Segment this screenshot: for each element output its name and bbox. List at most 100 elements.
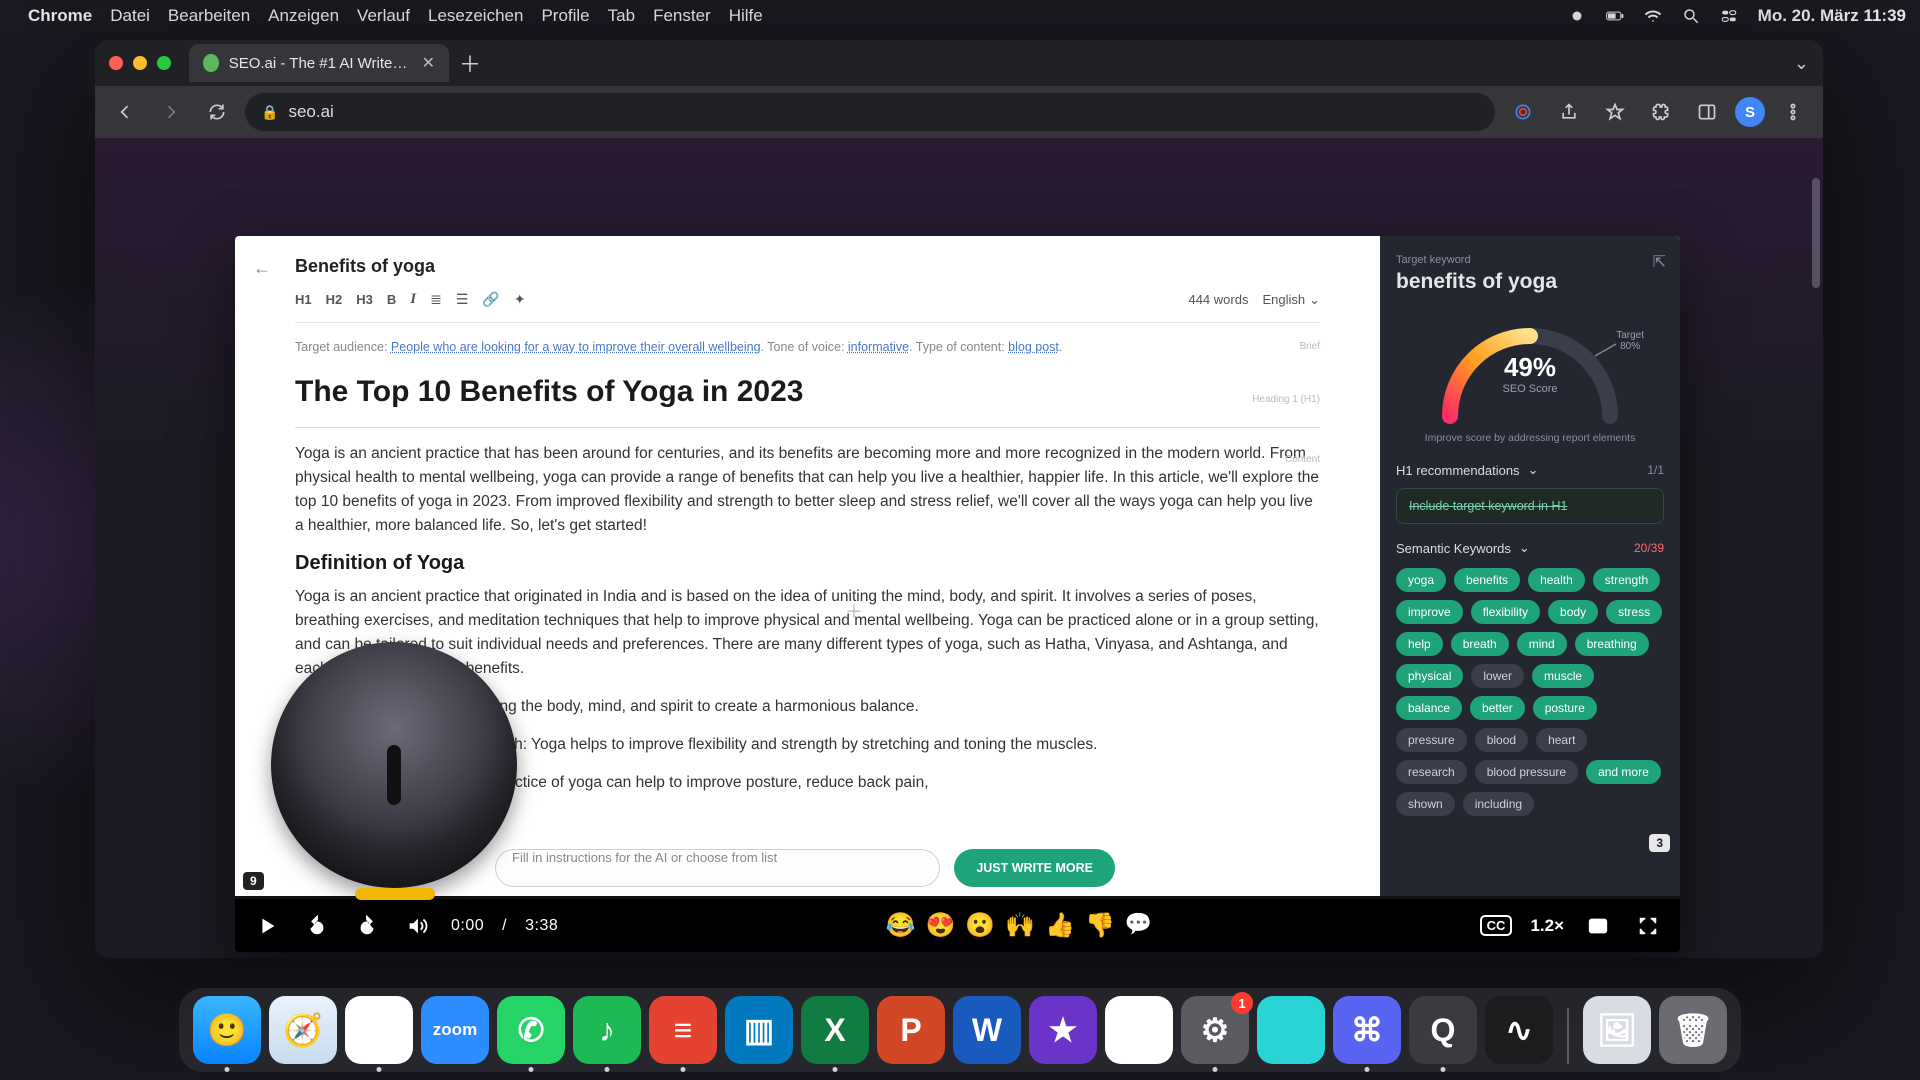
playback-speed[interactable]: 1.2×	[1530, 916, 1564, 936]
article-h2[interactable]: Definition of Yoga	[295, 552, 1320, 575]
keyword-chip[interactable]: posture	[1533, 696, 1597, 720]
fullscreen-button[interactable]	[1632, 910, 1664, 942]
dock-app-imovie[interactable]: ★	[1029, 996, 1097, 1064]
brief-type-link[interactable]: blog post	[1008, 340, 1059, 354]
keyword-chip[interactable]: breathing	[1575, 632, 1649, 656]
reaction-raised-hands[interactable]: 🙌	[1005, 911, 1035, 940]
keyword-chip[interactable]: blood pressure	[1475, 760, 1578, 784]
keyword-chip[interactable]: research	[1396, 760, 1467, 784]
ai-suggest-icon[interactable]: ✦	[514, 291, 526, 308]
dock-app-whatsapp[interactable]: ✆	[497, 996, 565, 1064]
menu-window[interactable]: Fenster	[653, 6, 711, 26]
h3-button[interactable]: H3	[356, 292, 373, 307]
chapter-badge[interactable]: 9	[243, 872, 264, 890]
ai-write-more-button[interactable]: JUST WRITE MORE	[954, 849, 1115, 887]
minimize-window-icon[interactable]	[133, 56, 147, 70]
open-external-icon[interactable]: ⇱	[1653, 252, 1666, 272]
address-bar[interactable]: 🔒 seo.ai	[245, 93, 1495, 131]
play-button[interactable]	[251, 910, 283, 942]
dock-app-finder[interactable]: 🙂	[193, 996, 261, 1064]
bold-button[interactable]: B	[387, 292, 396, 307]
control-center-icon[interactable]	[1720, 7, 1738, 25]
dock-app-discord[interactable]: ⌘	[1333, 996, 1401, 1064]
tabs-dropdown-icon[interactable]: ⌄	[1794, 53, 1809, 74]
dock-app-safari[interactable]: 🧭	[269, 996, 337, 1064]
keyword-chip[interactable]: health	[1528, 568, 1585, 592]
menu-profiles[interactable]: Profile	[541, 6, 589, 26]
keyword-chip[interactable]: flexibility	[1471, 600, 1540, 624]
keyword-chip[interactable]: heart	[1536, 728, 1587, 752]
link-icon[interactable]: 🔗	[482, 291, 499, 308]
back-button[interactable]	[107, 94, 143, 130]
italic-button[interactable]: I	[410, 291, 416, 308]
keyword-chip[interactable]: physical	[1396, 664, 1463, 688]
bookmark-button[interactable]	[1597, 94, 1633, 130]
side-counter-badge[interactable]: 3	[1649, 834, 1670, 852]
add-block-icon[interactable]: ＋	[845, 598, 863, 624]
h1-button[interactable]: H1	[295, 292, 312, 307]
spotlight-icon[interactable]	[1682, 7, 1700, 25]
dock-app-spotify[interactable]: ♪	[573, 996, 641, 1064]
reload-button[interactable]	[199, 94, 235, 130]
rewind-button[interactable]	[301, 910, 333, 942]
volume-button[interactable]	[401, 910, 433, 942]
wifi-icon[interactable]	[1644, 7, 1662, 25]
dock-app-word[interactable]: W	[953, 996, 1021, 1064]
h2-button[interactable]: H2	[326, 292, 343, 307]
sidepanel-button[interactable]	[1689, 94, 1725, 130]
keyword-chip[interactable]: stress	[1606, 600, 1662, 624]
article-h1[interactable]: The Top 10 Benefits of Yoga in 2023	[295, 375, 1320, 409]
keyword-chip[interactable]: including	[1463, 792, 1534, 816]
keyword-chip[interactable]: shown	[1396, 792, 1455, 816]
keyword-chip[interactable]: breath	[1451, 632, 1509, 656]
battery-icon[interactable]	[1606, 7, 1624, 25]
dock-app-powerpoint[interactable]: P	[877, 996, 945, 1064]
keyword-chip[interactable]: improve	[1396, 600, 1463, 624]
dock-app-excel[interactable]: X	[801, 996, 869, 1064]
editor-back-icon[interactable]: ←	[253, 258, 271, 279]
menubar-app-name[interactable]: Chrome	[28, 6, 92, 26]
menu-file[interactable]: Datei	[110, 6, 150, 26]
window-controls[interactable]	[109, 56, 171, 70]
dock-tray-preview-doc[interactable]: 🖼	[1583, 996, 1651, 1064]
record-icon[interactable]	[1568, 7, 1586, 25]
chrome-menu-button[interactable]	[1775, 94, 1811, 130]
share-button[interactable]	[1551, 94, 1587, 130]
keyword-chip[interactable]: muscle	[1532, 664, 1594, 688]
unordered-list-icon[interactable]: ☰	[456, 291, 469, 308]
keyword-chip[interactable]: blood	[1475, 728, 1528, 752]
tab-close-icon[interactable]: ✕	[422, 53, 435, 73]
keyword-chip[interactable]: lower	[1471, 664, 1524, 688]
keyword-chip[interactable]: body	[1548, 600, 1598, 624]
dock-app-chrome[interactable]: ◉	[345, 996, 413, 1064]
pip-button[interactable]	[1582, 910, 1614, 942]
reaction-thumbs-down[interactable]: 👎	[1085, 911, 1115, 940]
dock-app-app-teal[interactable]	[1257, 996, 1325, 1064]
page-scrollbar[interactable]	[1812, 138, 1820, 958]
browser-tab[interactable]: SEO.ai - The #1 AI Writer For S ✕	[189, 44, 449, 82]
comment-icon[interactable]: 💬	[1125, 911, 1152, 940]
close-window-icon[interactable]	[109, 56, 123, 70]
dock-app-quicktime[interactable]: Q	[1409, 996, 1477, 1064]
menu-view[interactable]: Anzeigen	[268, 6, 339, 26]
captions-button[interactable]: CC	[1480, 915, 1513, 936]
forward-button[interactable]	[153, 94, 189, 130]
menu-history[interactable]: Verlauf	[357, 6, 410, 26]
menu-bookmarks[interactable]: Lesezeichen	[428, 6, 523, 26]
dock-app-trello[interactable]: ▥	[725, 996, 793, 1064]
new-tab-button[interactable]: ＋	[459, 47, 481, 79]
h1-section-header[interactable]: H1 recommendations ⌄ 1/1	[1396, 462, 1664, 478]
dock-tray-trash[interactable]: 🗑	[1659, 996, 1727, 1064]
keyword-chip[interactable]: balance	[1396, 696, 1462, 720]
menu-tab[interactable]: Tab	[608, 6, 635, 26]
keyword-chip[interactable]: and more	[1586, 760, 1661, 784]
semantic-section-header[interactable]: Semantic Keywords ⌄ 20/39	[1396, 540, 1664, 556]
language-selector[interactable]: English ⌄	[1262, 292, 1320, 308]
menu-edit[interactable]: Bearbeiten	[168, 6, 250, 26]
keyword-chip[interactable]: better	[1470, 696, 1525, 720]
ai-instruction-input[interactable]: Fill in instructions for the AI or choos…	[495, 849, 940, 887]
keyword-chip[interactable]: strength	[1593, 568, 1660, 592]
dock-app-voice-memos[interactable]: ∿	[1485, 996, 1553, 1064]
menubar-clock[interactable]: Mo. 20. März 11:39	[1758, 6, 1906, 26]
menu-help[interactable]: Hilfe	[729, 6, 763, 26]
